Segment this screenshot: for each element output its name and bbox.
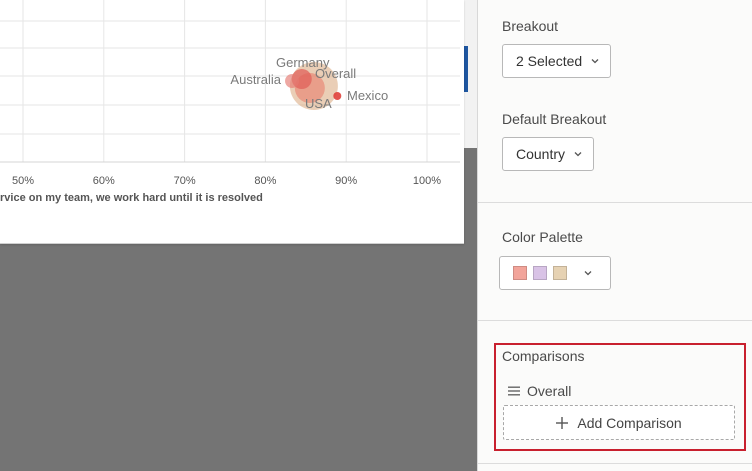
chevron-down-icon xyxy=(584,271,592,276)
breakout-label: Breakout xyxy=(502,18,559,34)
section-divider xyxy=(478,202,752,203)
bubble-label: Australia xyxy=(230,72,281,87)
plus-icon xyxy=(556,416,569,429)
bubble-label: USA xyxy=(305,96,332,111)
comparisons-section: Comparisons Overall Add Comparison xyxy=(494,343,746,451)
settings-sidebar: Breakout 2 Selected Default Breakout Cou… xyxy=(477,0,752,471)
section-divider xyxy=(478,463,752,464)
comparison-item-overall[interactable]: Overall xyxy=(508,383,571,399)
x-axis-title: rvice on my team, we work hard until it … xyxy=(0,192,263,204)
chart-widget[interactable]: 50% 60% 70% 80% 90% 100% Overall USA Germany Aust… xyxy=(0,0,464,244)
x-tick-label: 50% xyxy=(12,175,34,187)
section-divider xyxy=(478,320,752,321)
bubble-point xyxy=(285,74,300,88)
chevron-down-icon xyxy=(574,152,582,157)
breakout-value: 2 Selected xyxy=(516,53,583,69)
default-breakout-label: Default Breakout xyxy=(502,111,607,127)
comparisons-label: Comparisons xyxy=(502,348,585,364)
color-palette-label: Color Palette xyxy=(502,229,583,245)
add-comparison-label: Add Comparison xyxy=(577,414,682,431)
default-breakout-value: Country xyxy=(516,146,566,162)
comparison-item-label: Overall xyxy=(527,383,572,399)
x-tick-label: 90% xyxy=(335,175,357,187)
bubble-label: Mexico xyxy=(347,88,388,103)
background-widget-accent xyxy=(464,46,468,92)
drag-handle-icon[interactable] xyxy=(508,386,520,396)
x-tick-label: 100% xyxy=(413,175,441,187)
add-comparison-button[interactable]: Add Comparison xyxy=(503,405,735,440)
bubble-point xyxy=(333,92,342,100)
x-tick-label: 70% xyxy=(174,175,196,187)
color-swatch xyxy=(553,266,567,280)
bubble-label: Germany xyxy=(276,55,330,70)
x-tick-label: 80% xyxy=(254,175,276,187)
color-palette-dropdown[interactable] xyxy=(499,256,611,290)
default-breakout-dropdown[interactable]: Country xyxy=(502,137,595,171)
bubble-chart: 50% 60% 70% 80% 90% 100%OverallUSAGermanyAust… xyxy=(0,0,460,187)
color-swatch xyxy=(533,266,547,280)
x-tick-label: 60% xyxy=(93,175,115,187)
chevron-down-icon xyxy=(591,59,599,64)
breakout-dropdown[interactable]: 2 Selected xyxy=(502,44,612,78)
color-swatch xyxy=(513,266,527,280)
